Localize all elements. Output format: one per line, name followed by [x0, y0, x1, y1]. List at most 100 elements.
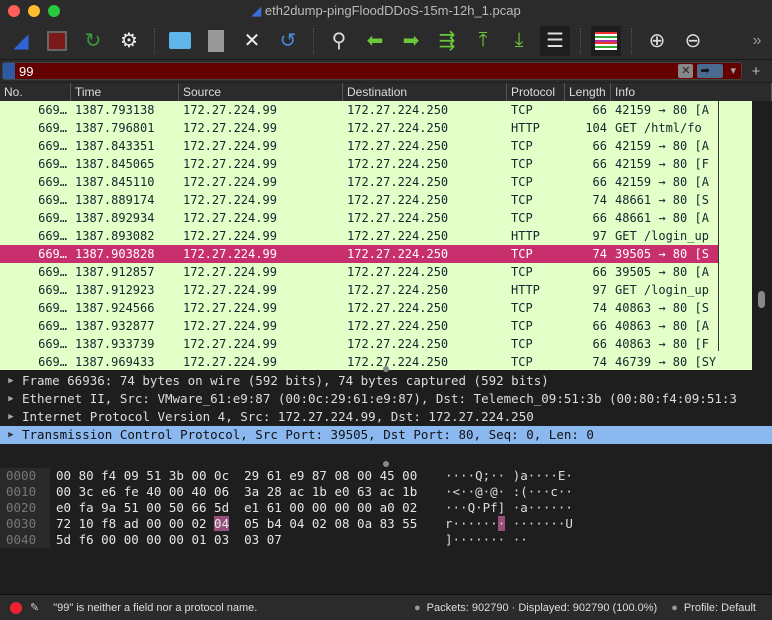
- display-filter-bar: ✕ ➡ ▾ +: [0, 60, 772, 82]
- column-header-source[interactable]: Source: [179, 83, 343, 101]
- open-file-button[interactable]: [165, 26, 195, 56]
- packet-length: 74: [592, 355, 607, 369]
- packet-length: 104: [585, 121, 607, 135]
- separator: [631, 27, 632, 54]
- clear-filter-button[interactable]: ✕: [678, 64, 694, 78]
- packet-row[interactable]: 669… 1387.793138 172.27.224.99 172.27.224.2…: [0, 101, 772, 119]
- packet-row[interactable]: 669… 1387.843351 172.27.224.99 172.27.224.2…: [0, 137, 772, 155]
- packet-source: 172.27.224.99: [183, 157, 277, 171]
- expand-triangle-icon[interactable]: ▶: [0, 372, 22, 390]
- detail-ip[interactable]: ▶ Internet Protocol Version 4, Src: 172.2…: [0, 408, 772, 426]
- start-capture-button[interactable]: ◢: [6, 26, 36, 56]
- go-back-button[interactable]: ⬅: [360, 26, 390, 56]
- hex-bytes[interactable]: 00 80 f4 09 51 3b 00 0c 29 61 e9 87 08 0…: [50, 468, 445, 484]
- packet-row[interactable]: 669… 1387.796801 172.27.224.99 172.27.224.2…: [0, 119, 772, 137]
- packet-protocol: TCP: [511, 337, 533, 351]
- reload-file-button[interactable]: ↺: [273, 26, 303, 56]
- packet-row[interactable]: 669… 1387.845110 172.27.224.99 172.27.224.2…: [0, 173, 772, 191]
- zoom-in-button[interactable]: ⊕: [642, 26, 672, 56]
- apply-filter-button[interactable]: ➡: [697, 64, 724, 78]
- minimize-window-button[interactable]: [28, 5, 40, 17]
- separator: [580, 27, 581, 54]
- arrow-up-icon: ⤒: [478, 29, 488, 51]
- packet-row[interactable]: 669… 1387.912923 172.27.224.99 172.27.224.2…: [0, 281, 772, 299]
- packet-info: 42159 → 80 [A: [615, 139, 709, 153]
- packet-protocol: TCP: [511, 319, 533, 333]
- packet-protocol: TCP: [511, 355, 533, 369]
- packet-row[interactable]: 669… 1387.932877 172.27.224.99 172.27.224.2…: [0, 317, 772, 335]
- column-header-length[interactable]: Length: [565, 83, 611, 101]
- stop-capture-button[interactable]: [42, 26, 72, 56]
- packet-row[interactable]: 669… 1387.893082 172.27.224.99 172.27.224.2…: [0, 227, 772, 245]
- edit-comment-icon[interactable]: ✎: [30, 601, 39, 614]
- restart-capture-button[interactable]: ↻: [78, 26, 108, 56]
- detail-frame[interactable]: ▶ Frame 66936: 74 bytes on wire (592 bits…: [0, 372, 772, 390]
- packet-row[interactable]: 669… 1387.845065 172.27.224.99 172.27.224.2…: [0, 155, 772, 173]
- expand-triangle-icon[interactable]: ▶: [0, 408, 22, 426]
- bookmark-icon[interactable]: [3, 63, 15, 79]
- packet-row[interactable]: 669… 1387.933739 172.27.224.99 172.27.224.2…: [0, 335, 772, 353]
- hex-ascii[interactable]: ····Q;·· )a····E·: [445, 468, 573, 484]
- column-header-destination[interactable]: Destination: [343, 83, 507, 101]
- hex-bytes[interactable]: 72 10 f8 ad 00 00 02 04 05 b4 04 02 08 0…: [50, 516, 445, 532]
- title-bar: ◢ eth2dump-pingFloodDDoS-15m-12h_1.pcap: [0, 0, 772, 22]
- column-header-time[interactable]: Time: [71, 83, 179, 101]
- more-tools-button[interactable]: »: [742, 26, 772, 56]
- hex-ascii[interactable]: ·<··@·@· :(···c··: [445, 484, 573, 500]
- close-window-button[interactable]: [8, 5, 20, 17]
- hex-ascii[interactable]: ···Q·Pf] ·a······: [445, 500, 573, 516]
- column-header-protocol[interactable]: Protocol: [507, 83, 565, 101]
- pane-splitter-handle[interactable]: [383, 461, 389, 467]
- go-first-button[interactable]: ⤒: [468, 26, 498, 56]
- hex-bytes-post: 05 b4 04 02 08 0a 83 55: [229, 516, 418, 531]
- go-forward-button[interactable]: ➡: [396, 26, 426, 56]
- packet-row[interactable]: 669… 1387.892934 172.27.224.99 172.27.224.2…: [0, 209, 772, 227]
- packet-row[interactable]: 669… 1387.924566 172.27.224.99 172.27.224.2…: [0, 299, 772, 317]
- packet-minimap[interactable]: [718, 101, 752, 351]
- add-filter-button[interactable]: +: [742, 63, 770, 80]
- filter-history-dropdown[interactable]: ▾: [727, 64, 739, 78]
- save-file-button[interactable]: [201, 26, 231, 56]
- expand-triangle-icon[interactable]: ▶: [0, 390, 22, 408]
- go-to-packet-button[interactable]: ⇶: [432, 26, 462, 56]
- packet-row[interactable]: 669… 1387.889174 172.27.224.99 172.27.224.2…: [0, 191, 772, 209]
- expand-triangle-icon[interactable]: ▶: [0, 426, 22, 444]
- packet-row[interactable]: 669… 1387.912857 172.27.224.99 172.27.224.2…: [0, 263, 772, 281]
- hex-ascii[interactable]: r······· ·······U: [445, 516, 573, 532]
- packet-length: 97: [592, 283, 607, 297]
- ready-indicator-icon: ●: [413, 601, 421, 614]
- auto-scroll-button[interactable]: ☰: [540, 25, 570, 56]
- scrollbar-thumb[interactable]: [758, 291, 765, 308]
- close-file-button[interactable]: ✕: [237, 26, 267, 56]
- colorize-button[interactable]: [591, 25, 621, 56]
- zoom-window-button[interactable]: [48, 5, 60, 17]
- hex-offset: 0020: [0, 500, 50, 516]
- column-header-info[interactable]: Info: [611, 83, 772, 101]
- zoom-out-button[interactable]: ⊖: [678, 26, 708, 56]
- error-status-icon[interactable]: [10, 601, 22, 614]
- hex-ascii[interactable]: ]······· ··: [445, 532, 528, 548]
- packet-info: 40863 → 80 [S: [615, 301, 709, 315]
- status-bar: ✎ "99" is neither a field nor a protocol…: [0, 594, 772, 620]
- detail-tcp[interactable]: ▶ Transmission Control Protocol, Src Port…: [0, 426, 772, 444]
- hex-bytes[interactable]: e0 fa 9a 51 00 50 66 5d e1 61 00 00 00 0…: [50, 500, 445, 516]
- colorize-icon: [595, 31, 617, 50]
- hex-bytes[interactable]: 5d f6 00 00 00 00 01 03 03 07: [50, 532, 445, 548]
- profile-label[interactable]: Profile: Default: [684, 602, 756, 614]
- display-filter-input[interactable]: [19, 63, 677, 79]
- packet-list-scrollbar[interactable]: [752, 101, 772, 370]
- packet-protocol: TCP: [511, 265, 533, 279]
- packet-info: 42159 → 80 [F: [615, 157, 709, 171]
- packet-info: GET /login_up: [615, 283, 709, 297]
- packet-row[interactable]: 669… 1387.903828 172.27.224.99 172.27.224.2…: [0, 245, 772, 263]
- hex-bytes[interactable]: 00 3c e6 fe 40 00 40 06 3a 28 ac 1b e0 6…: [50, 484, 445, 500]
- go-last-button[interactable]: ⤓: [504, 26, 534, 56]
- detail-ethernet[interactable]: ▶ Ethernet II, Src: VMware_61:e9:87 (00:0…: [0, 390, 772, 408]
- find-packet-button[interactable]: ⚲: [324, 26, 354, 56]
- packet-protocol: TCP: [511, 211, 533, 225]
- hex-byte-highlighted[interactable]: 04: [214, 516, 230, 531]
- capture-options-button[interactable]: ⚙: [114, 26, 144, 56]
- chevron-double-right-icon: »: [752, 31, 762, 49]
- hex-bytes-pre: 72 10 f8 ad 00 00 02: [56, 516, 215, 531]
- column-header-no[interactable]: No.: [0, 83, 71, 101]
